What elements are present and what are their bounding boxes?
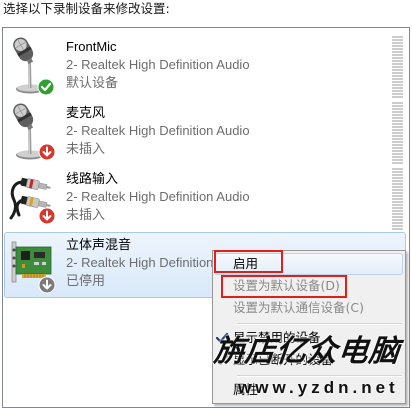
annotation-box-set-default [221,275,347,298]
red-down-arrow-badge-icon [38,207,56,225]
sound-card-icon [11,241,56,294]
device-row-line-in[interactable]: 线路输入 2- Realtek High Definition Audio 未插… [4,166,406,232]
device-name: FrontMic [66,39,117,54]
device-status: 未插入 [66,141,106,156]
level-meter [392,36,403,98]
device-row-microphone[interactable]: 麦克风 2- Realtek High Definition Audio 未插入 [4,100,406,166]
device-status: 默认设备 [66,75,119,90]
instruction-text: 选择以下录制设备来修改设置: [3,1,170,16]
menu-separator [237,375,402,377]
menu-item-label: 设置为默认通信设备(C) [233,300,364,315]
device-status: 未插入 [66,207,106,222]
watermark-url: www.yzdn.net [238,378,399,397]
red-down-arrow-badge-icon [38,143,56,161]
level-meter [392,168,403,230]
device-name: 立体声混音 [66,237,132,252]
microphone-icon [13,37,55,96]
watermark-text: 旃店亿众电脑 [212,334,402,369]
device-driver: 2- Realtek High Definition Audio [66,123,250,138]
device-row-frontmic[interactable]: FrontMic 2- Realtek High Definition Audi… [4,34,406,100]
green-check-badge-icon [37,78,55,96]
device-name: 线路输入 [66,171,119,186]
device-driver: 2- Realtek High Definition Audio [66,189,250,204]
menu-item-set-default-communication-device[interactable]: 设置为默认通信设备(C) [215,297,403,319]
line-in-cable-icon [9,177,56,225]
annotation-box-enable [214,250,283,273]
device-driver: 2- Realtek High Definition Audio [66,57,250,72]
device-name: 麦克风 [66,105,106,120]
device-status: 已停用 [66,273,106,288]
menu-separator [237,323,402,325]
gray-down-arrow-badge-icon [38,276,56,294]
level-meter [392,102,403,164]
microphone-icon [13,103,56,161]
